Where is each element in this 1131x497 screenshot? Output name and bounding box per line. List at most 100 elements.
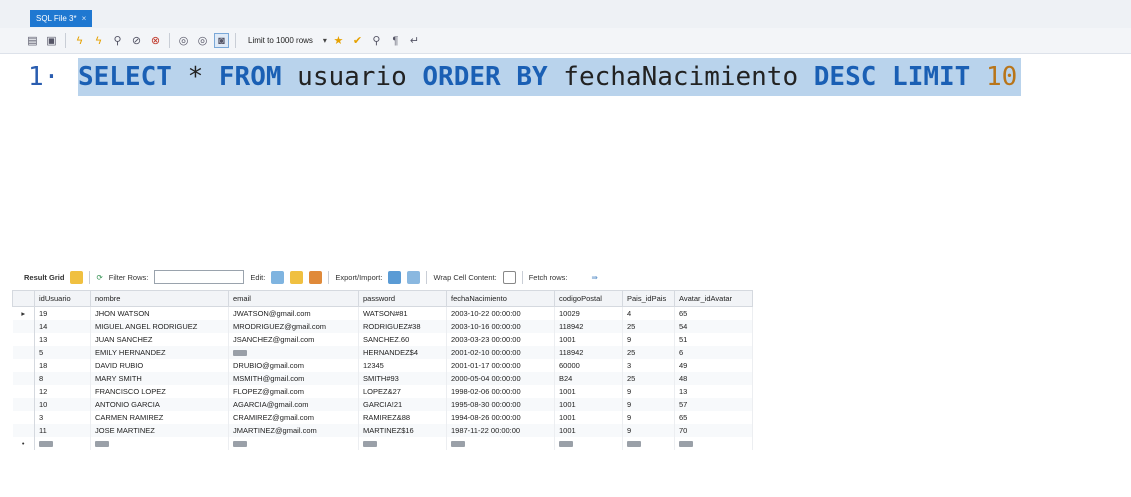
import-icon[interactable] (407, 270, 421, 284)
table-row[interactable]: 8 MARY SMITH MSMITH@gmail.com SMITH#93 2000-… (12, 371, 753, 385)
table-cell[interactable]: 13 (34, 332, 91, 346)
table-cell[interactable]: MARTINEZ$16 (358, 423, 447, 437)
limit-rows-select[interactable]: Limit to 1000 rows (242, 36, 319, 45)
table-cell[interactable]: 57 (674, 397, 753, 411)
table-cell[interactable]: 2000-05-04 00:00:00 (446, 371, 555, 385)
table-cell[interactable]: 25 (622, 371, 675, 385)
table-cell[interactable]: LOPEZ&27 (358, 384, 447, 398)
table-cell[interactable]: 14 (34, 319, 91, 333)
table-cell[interactable]: 51 (674, 332, 753, 346)
table-cell[interactable] (228, 436, 359, 450)
autocommit-icon[interactable]: ◙ (214, 33, 229, 48)
table-cell[interactable]: 10 (34, 397, 91, 411)
table-cell[interactable] (674, 436, 753, 450)
col-header[interactable]: password (358, 290, 447, 307)
result-grid[interactable]: idUsuario nombre email password fechaNac… (12, 290, 753, 450)
add-row-icon[interactable] (290, 270, 304, 284)
row-marker[interactable] (12, 345, 35, 359)
fetch-next-icon[interactable]: ⇛ (591, 273, 597, 282)
table-cell[interactable]: 1001 (554, 410, 623, 424)
table-cell[interactable]: JWATSON@gmail.com (228, 306, 359, 320)
table-row[interactable]: 12 FRANCISCO LOPEZ FLOPEZ@gmail.com LOPEZ&2… (12, 384, 753, 398)
table-cell[interactable]: 9 (622, 384, 675, 398)
table-cell[interactable]: DAVID RUBIO (90, 358, 229, 372)
table-cell[interactable]: RODRIGUEZ#38 (358, 319, 447, 333)
table-cell[interactable]: 48 (674, 371, 753, 385)
table-row[interactable]: 18 DAVID RUBIO DRUBIO@gmail.com 12345 2001-0… (12, 358, 753, 372)
table-cell[interactable]: MSMITH@gmail.com (228, 371, 359, 385)
col-header[interactable]: Pais_idPais (622, 290, 675, 307)
table-cell[interactable]: 2001-02-10 00:00:00 (446, 345, 555, 359)
row-marker[interactable] (12, 397, 35, 411)
table-cell[interactable]: 2003-03-23 00:00:00 (446, 332, 555, 346)
table-cell[interactable] (358, 436, 447, 450)
table-cell[interactable]: 49 (674, 358, 753, 372)
table-cell[interactable] (622, 436, 675, 450)
table-cell[interactable]: 2003-10-22 00:00:00 (446, 306, 555, 320)
table-cell[interactable]: GARCIA!21 (358, 397, 447, 411)
table-row[interactable]: 14 MIGUEL ANGEL RODRIGUEZ MRODRIGUEZ@gmail… (12, 319, 753, 333)
col-header[interactable]: Avatar_idAvatar (674, 290, 753, 307)
filter-rows-input[interactable] (154, 270, 245, 284)
row-marker[interactable] (12, 384, 35, 398)
table-cell[interactable]: 13 (674, 384, 753, 398)
grid-view-icon[interactable] (70, 270, 84, 284)
table-cell[interactable]: JSANCHEZ@gmail.com (228, 332, 359, 346)
table-cell[interactable]: CRAMIREZ@gmail.com (228, 410, 359, 424)
table-cell[interactable]: 11 (34, 423, 91, 437)
table-cell[interactable]: DRUBIO@gmail.com (228, 358, 359, 372)
table-cell[interactable]: 1001 (554, 397, 623, 411)
sql-statement[interactable]: SELECT * FROM usuario ORDER BY fechaNaci… (78, 58, 1022, 96)
table-cell[interactable]: 60000 (554, 358, 623, 372)
table-cell[interactable]: SANCHEZ.60 (358, 332, 447, 346)
table-cell[interactable] (554, 436, 623, 450)
table-cell[interactable]: JUAN SANCHEZ (90, 332, 229, 346)
col-header[interactable]: fechaNacimiento (446, 290, 555, 307)
row-marker[interactable] (12, 423, 35, 437)
save-icon[interactable]: ▣ (44, 33, 59, 48)
table-cell[interactable]: 3 (34, 410, 91, 424)
chevron-down-icon[interactable]: ▾ (323, 36, 327, 45)
error-toggle-icon[interactable]: ⊗ (148, 33, 163, 48)
table-row[interactable]: 13 JUAN SANCHEZ JSANCHEZ@gmail.com SANCHEZ.… (12, 332, 753, 346)
stop-icon[interactable]: ⊘ (129, 33, 144, 48)
tab-close-icon[interactable]: × (82, 10, 87, 27)
table-cell[interactable]: WATSON#81 (358, 306, 447, 320)
table-cell[interactable]: 6 (674, 345, 753, 359)
table-row[interactable]: 5 EMILY HERNANDEZ HERNANDEZ$4 2001-02-10 00… (12, 345, 753, 359)
invisible-chars-icon[interactable]: ¶ (388, 33, 403, 48)
col-header[interactable]: email (228, 290, 359, 307)
table-cell[interactable]: 25 (622, 319, 675, 333)
sql-editor[interactable]: 1· SELECT * FROM usuario ORDER BY fechaN… (0, 54, 1131, 264)
table-cell[interactable]: JHON WATSON (90, 306, 229, 320)
table-cell[interactable]: 118942 (554, 345, 623, 359)
execute-current-icon[interactable]: ϟ (91, 33, 106, 48)
table-cell[interactable]: 25 (622, 345, 675, 359)
table-cell[interactable]: AGARCIA@gmail.com (228, 397, 359, 411)
table-cell[interactable]: 70 (674, 423, 753, 437)
table-cell[interactable]: 9 (622, 410, 675, 424)
table-cell[interactable]: 1001 (554, 332, 623, 346)
table-cell[interactable]: EMILY HERNANDEZ (90, 345, 229, 359)
beautify-icon[interactable]: ★ (331, 33, 346, 48)
table-cell[interactable]: 9 (622, 332, 675, 346)
format-icon[interactable]: ✔ (350, 33, 365, 48)
table-row[interactable]: ▸ 19 JHON WATSON JWATSON@gmail.com WATSON#81… (12, 306, 753, 320)
rollback-icon[interactable]: ◎ (195, 33, 210, 48)
table-cell[interactable]: FLOPEZ@gmail.com (228, 384, 359, 398)
table-cell[interactable]: 12 (34, 384, 91, 398)
table-cell[interactable]: B24 (554, 371, 623, 385)
table-cell[interactable]: 10029 (554, 306, 623, 320)
edit-row-icon[interactable] (271, 270, 285, 284)
table-cell[interactable]: 1001 (554, 384, 623, 398)
table-cell[interactable]: MIGUEL ANGEL RODRIGUEZ (90, 319, 229, 333)
result-grid-label[interactable]: Result Grid (24, 273, 64, 282)
table-cell[interactable]: 3 (622, 358, 675, 372)
col-header[interactable]: codigoPostal (554, 290, 623, 307)
row-marker[interactable]: ▸ (12, 306, 35, 320)
wrap-cell-icon[interactable] (502, 270, 516, 284)
delete-row-icon[interactable] (309, 270, 323, 284)
table-cell[interactable]: JOSE MARTINEZ (90, 423, 229, 437)
commit-icon[interactable]: ◎ (176, 33, 191, 48)
table-cell[interactable]: FRANCISCO LOPEZ (90, 384, 229, 398)
